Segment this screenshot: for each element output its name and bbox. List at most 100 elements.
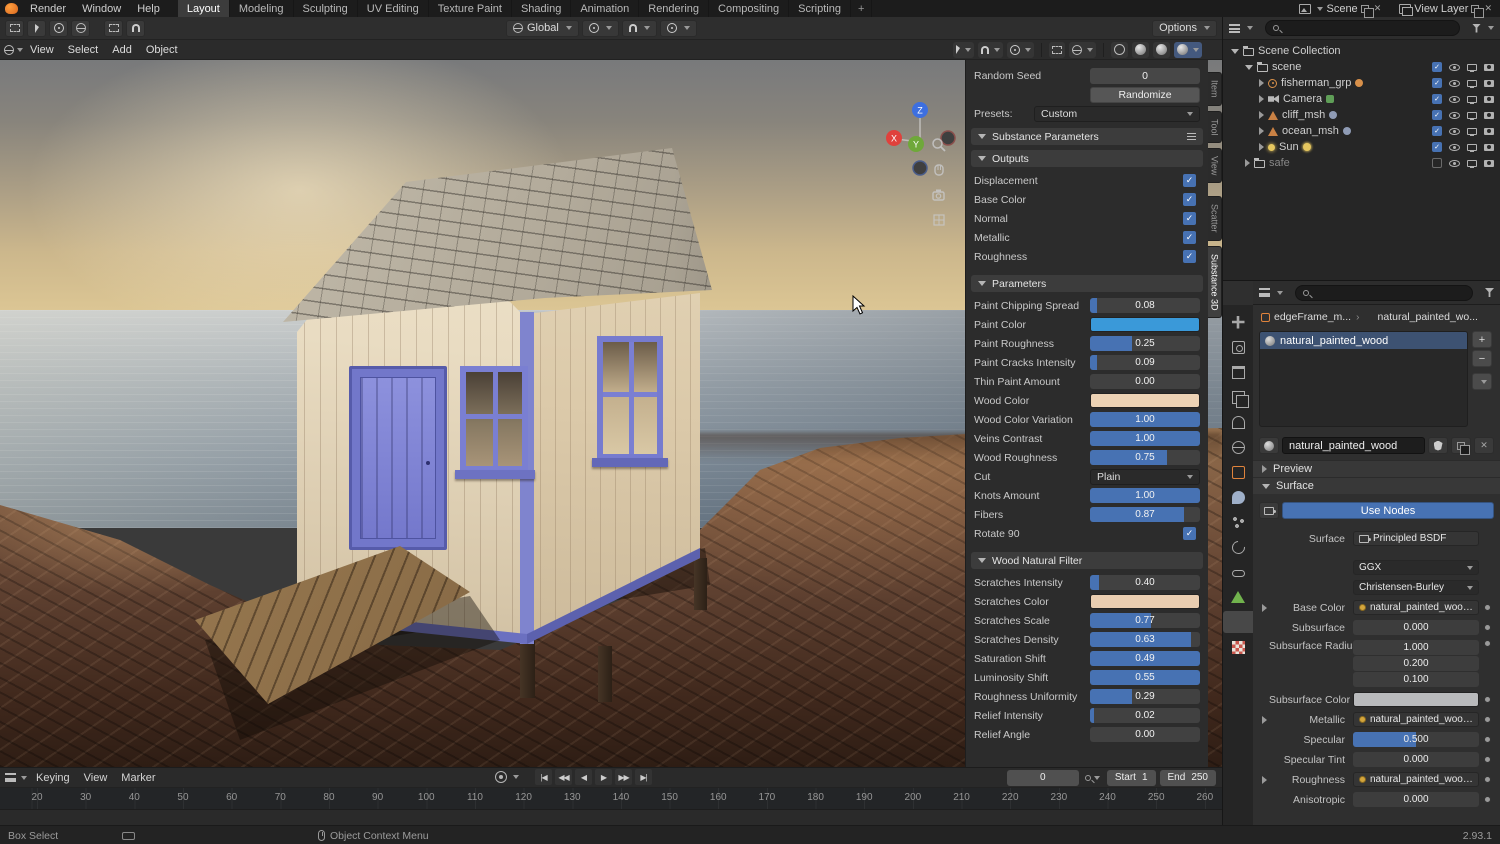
metallic-texture-field[interactable]: natural_painted_wood_4	[1353, 712, 1479, 727]
slot-specials-button[interactable]	[1472, 373, 1492, 390]
scratches-intensity-slider[interactable]: 0.40	[1090, 575, 1200, 590]
eye-icon[interactable]	[1449, 160, 1460, 167]
outputs-header[interactable]: Outputs	[971, 150, 1203, 167]
base-color-checkbox[interactable]	[1183, 193, 1196, 206]
new-view-layer-icon[interactable]	[1471, 5, 1479, 13]
properties-tab-viewlayer[interactable]	[1223, 386, 1253, 408]
material-slot-list[interactable]: natural_painted_wood	[1259, 331, 1468, 427]
exclude-checkbox[interactable]	[1432, 142, 1442, 152]
knots-amount-slider[interactable]: 1.00	[1090, 488, 1200, 503]
active-tool-icon[interactable]	[5, 20, 24, 37]
filter-icon[interactable]	[1485, 288, 1494, 297]
select-mode-button[interactable]	[953, 42, 974, 58]
eye-icon[interactable]	[1449, 144, 1460, 151]
properties-search-input[interactable]	[1295, 285, 1473, 301]
properties-tab-data[interactable]	[1223, 586, 1253, 608]
camera-toggle-icon[interactable]	[1484, 80, 1494, 87]
christensen-burley-dropdown[interactable]: Christensen-Burley	[1353, 580, 1479, 595]
paint-cracks-intensity-slider[interactable]: 0.09	[1090, 355, 1200, 370]
sidebar-tab-scatter[interactable]: Scatter	[1208, 196, 1222, 241]
play-button[interactable]: ▶	[595, 769, 612, 785]
outliner-row-ocean-msh[interactable]: ocean_msh	[1223, 123, 1500, 139]
scratches-scale-slider[interactable]: 0.77	[1090, 613, 1200, 628]
properties-tab-physics[interactable]	[1223, 536, 1253, 558]
shading-rendered-button[interactable]	[1174, 42, 1202, 58]
specular-slider[interactable]: 0.500	[1353, 732, 1479, 747]
disclosure-icon[interactable]	[1259, 95, 1264, 103]
viewport-menu-add[interactable]: Add	[105, 44, 139, 56]
workspace-tab-compositing[interactable]: Compositing	[709, 0, 789, 17]
disclosure-icon[interactable]	[1259, 111, 1264, 119]
outliner-row-safe[interactable]: safe	[1223, 155, 1500, 171]
move-tool-button[interactable]	[49, 20, 68, 37]
rotate-tool-button[interactable]	[71, 20, 90, 37]
workspace-tab-sculpting[interactable]: Sculpting	[294, 0, 358, 17]
cut-dropdown[interactable]: Plain	[1090, 469, 1200, 485]
camera-toggle-icon[interactable]	[1484, 64, 1494, 71]
viewport-menu-view[interactable]: View	[23, 44, 61, 56]
play-reverse-button[interactable]: ◀	[575, 769, 592, 785]
displacement-checkbox[interactable]	[1183, 174, 1196, 187]
properties-tab-object[interactable]	[1223, 461, 1253, 483]
previous-keyframe-button[interactable]: ◀◀	[555, 769, 572, 785]
sidebar-tab-item[interactable]: Item	[1208, 72, 1222, 106]
measure-tool-button[interactable]	[126, 20, 145, 37]
keying-set-button[interactable]	[1083, 769, 1103, 786]
exclude-checkbox[interactable]	[1432, 158, 1442, 168]
outliner-search-input[interactable]	[1265, 20, 1460, 36]
outliner-row-scene[interactable]: scene	[1223, 59, 1500, 75]
next-keyframe-button[interactable]: ▶▶	[615, 769, 632, 785]
roughness-texture-field[interactable]: natural_painted_wood_4	[1353, 772, 1479, 787]
workspace-tab-shading[interactable]: Shading	[512, 0, 571, 17]
monitor-icon[interactable]	[1467, 112, 1477, 119]
annotate-tool-button[interactable]	[104, 20, 123, 37]
add-slot-button[interactable]: +	[1472, 331, 1492, 348]
view-layer-icon[interactable]	[1399, 4, 1411, 14]
disclosure-icon[interactable]	[1259, 143, 1264, 151]
subsurface-slider[interactable]: 0.000	[1353, 620, 1479, 635]
outliner-row-camera[interactable]: Camera	[1223, 91, 1500, 107]
properties-tab-modifiers[interactable]	[1223, 486, 1253, 508]
eye-icon[interactable]	[1449, 96, 1460, 103]
eye-icon[interactable]	[1449, 80, 1460, 87]
preview-panel-header[interactable]: Preview	[1253, 460, 1500, 477]
camera-toggle-icon[interactable]	[1484, 160, 1494, 167]
substance-parameters-header[interactable]: Substance Parameters	[971, 128, 1203, 145]
randomize-button[interactable]: Randomize	[1090, 87, 1200, 103]
shading-wireframe-button[interactable]	[1111, 42, 1128, 58]
sidebar-tab-tool[interactable]: Tool	[1208, 111, 1222, 144]
view-layer-name[interactable]: View Layer	[1414, 3, 1468, 15]
expand-icon[interactable]	[1262, 716, 1267, 724]
saturation-shift-slider[interactable]: 0.49	[1090, 651, 1200, 666]
scratches-color-swatch[interactable]	[1090, 594, 1200, 609]
wood-color-swatch[interactable]	[1090, 393, 1200, 408]
nodes-icon-button[interactable]	[1259, 502, 1279, 519]
timeline-menu-marker[interactable]: Marker	[114, 772, 162, 784]
jump-to-start-button[interactable]: |◀	[535, 769, 552, 785]
surface-panel-header[interactable]: Surface	[1253, 477, 1500, 494]
exclude-checkbox[interactable]	[1432, 110, 1442, 120]
timeline-menu-keying[interactable]: Keying	[29, 772, 77, 784]
menu-render[interactable]: Render	[22, 0, 74, 17]
workspace-tab-scripting[interactable]: Scripting	[789, 0, 851, 17]
snapping-dropdown[interactable]	[622, 20, 657, 37]
outliner-row-cliff-msh[interactable]: cliff_msh	[1223, 107, 1500, 123]
scene-browse-icon[interactable]	[1299, 4, 1311, 14]
disclosure-icon[interactable]	[1245, 159, 1250, 167]
roughness-checkbox[interactable]	[1183, 250, 1196, 263]
properties-tab-output[interactable]	[1223, 361, 1253, 383]
proportional-edit-button[interactable]	[1007, 42, 1034, 58]
start-frame-field[interactable]: Start 1	[1107, 770, 1156, 786]
outliner-row-scene-collection[interactable]: Scene Collection	[1223, 43, 1500, 59]
disclosure-icon[interactable]	[1245, 65, 1253, 70]
workspace-tab-uv-editing[interactable]: UV Editing	[358, 0, 429, 17]
eye-icon[interactable]	[1449, 64, 1460, 71]
camera-view-button[interactable]	[930, 186, 948, 204]
pivot-point-dropdown[interactable]	[582, 20, 619, 37]
subsurface-radius-field-0[interactable]: 1.000	[1353, 640, 1479, 655]
disclosure-icon[interactable]	[1259, 127, 1264, 135]
monitor-icon[interactable]	[1467, 96, 1477, 103]
workspace-tab-animation[interactable]: Animation	[571, 0, 639, 17]
properties-tab-particles[interactable]	[1223, 511, 1253, 533]
exclude-checkbox[interactable]	[1432, 78, 1442, 88]
